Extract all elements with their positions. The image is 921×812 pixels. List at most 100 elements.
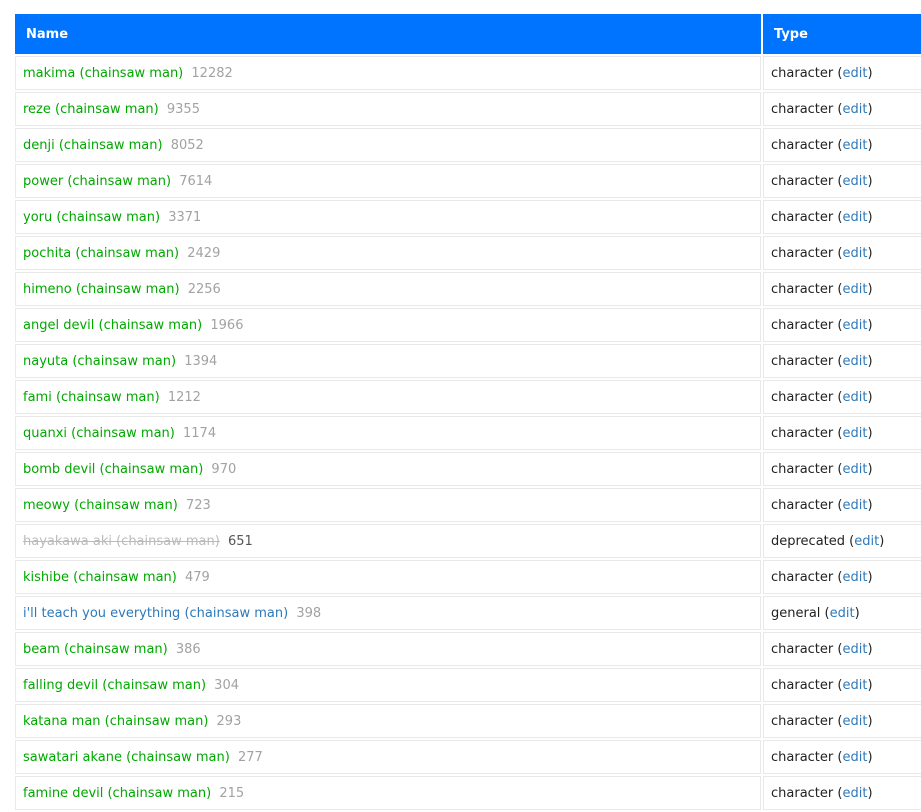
edit-link[interactable]: edit <box>854 534 879 549</box>
table-row: makima (chainsaw man) 12282 character (ed… <box>15 56 921 90</box>
table-row: i'll teach you everything (chainsaw man)… <box>15 596 921 630</box>
tag-type-label: character <box>771 641 834 657</box>
tag-name-cell: famine devil (chainsaw man) 215 <box>15 776 761 810</box>
tag-type-cell: character (edit) <box>763 380 921 414</box>
table-row: himeno (chainsaw man) 2256 character (edi… <box>15 272 921 306</box>
edit-link[interactable]: edit <box>842 66 867 81</box>
tag-type-label: character <box>771 353 834 369</box>
tag-type-label: character <box>771 317 834 333</box>
edit-link[interactable]: edit <box>842 174 867 189</box>
edit-link[interactable]: edit <box>842 642 867 657</box>
tag-type-cell: character (edit) <box>763 704 921 738</box>
post-count: 2429 <box>187 245 221 261</box>
tag-link[interactable]: hayakawa aki (chainsaw man) <box>23 534 220 549</box>
tag-type-cell: character (edit) <box>763 776 921 810</box>
edit-link[interactable]: edit <box>842 714 867 729</box>
tag-name-cell: bomb devil (chainsaw man) 970 <box>15 452 761 486</box>
tag-name-cell: katana man (chainsaw man) 293 <box>15 704 761 738</box>
table-row: meowy (chainsaw man) 723 character (edit) <box>15 488 921 522</box>
post-count: 1394 <box>184 353 218 369</box>
post-count: 386 <box>175 641 201 657</box>
post-count: 277 <box>237 749 263 765</box>
post-count: 970 <box>211 461 237 477</box>
edit-link[interactable]: edit <box>842 786 867 801</box>
tag-link[interactable]: pochita (chainsaw man) <box>23 246 179 261</box>
tag-link[interactable]: fami (chainsaw man) <box>23 390 160 405</box>
paren-close: ) <box>867 65 873 81</box>
edit-link[interactable]: edit <box>842 678 867 693</box>
tag-link[interactable]: katana man (chainsaw man) <box>23 714 208 729</box>
tag-link[interactable]: famine devil (chainsaw man) <box>23 786 211 801</box>
tag-link[interactable]: power (chainsaw man) <box>23 174 171 189</box>
edit-link[interactable]: edit <box>842 570 867 585</box>
edit-link[interactable]: edit <box>842 246 867 261</box>
paren-close: ) <box>867 785 873 801</box>
tag-name-cell: power (chainsaw man) 7614 <box>15 164 761 198</box>
edit-link[interactable]: edit <box>842 750 867 765</box>
edit-link[interactable]: edit <box>842 498 867 513</box>
tag-link[interactable]: falling devil (chainsaw man) <box>23 678 206 693</box>
tag-link[interactable]: quanxi (chainsaw man) <box>23 426 175 441</box>
tag-link[interactable]: bomb devil (chainsaw man) <box>23 462 203 477</box>
table-row: hayakawa aki (chainsaw man) 651 deprecate… <box>15 524 921 558</box>
tag-type-cell: general (edit) <box>763 596 921 630</box>
edit-link[interactable]: edit <box>842 462 867 477</box>
tag-link[interactable]: yoru (chainsaw man) <box>23 210 160 225</box>
tag-link[interactable]: meowy (chainsaw man) <box>23 498 178 513</box>
tag-type-label: character <box>771 389 834 405</box>
edit-link[interactable]: edit <box>842 354 867 369</box>
table-row: bomb devil (chainsaw man) 970 character (… <box>15 452 921 486</box>
tag-link[interactable]: angel devil (chainsaw man) <box>23 318 202 333</box>
tag-link[interactable]: himeno (chainsaw man) <box>23 282 180 297</box>
tag-name-cell: pochita (chainsaw man) 2429 <box>15 236 761 270</box>
tag-type-cell: deprecated (edit) <box>763 524 921 558</box>
tag-link[interactable]: i'll teach you everything (chainsaw man) <box>23 606 288 621</box>
edit-link[interactable]: edit <box>842 102 867 117</box>
tag-type-label: character <box>771 245 834 261</box>
edit-link[interactable]: edit <box>842 390 867 405</box>
tag-type-label: character <box>771 749 834 765</box>
table-row: power (chainsaw man) 7614 character (edit… <box>15 164 921 198</box>
paren-close: ) <box>867 749 873 765</box>
column-header-name[interactable]: Name <box>15 14 761 54</box>
column-header-type[interactable]: Type <box>763 14 921 54</box>
tag-type-cell: character (edit) <box>763 128 921 162</box>
table-body: makima (chainsaw man) 12282 character (ed… <box>15 56 921 810</box>
post-count: 2256 <box>187 281 221 297</box>
tag-link[interactable]: reze (chainsaw man) <box>23 102 159 117</box>
post-count: 9355 <box>166 101 200 117</box>
post-count: 1174 <box>183 425 217 441</box>
tag-link[interactable]: kishibe (chainsaw man) <box>23 570 177 585</box>
tag-type-label: character <box>771 65 834 81</box>
edit-link[interactable]: edit <box>842 426 867 441</box>
paren-close: ) <box>867 353 873 369</box>
edit-link[interactable]: edit <box>842 138 867 153</box>
table-row: katana man (chainsaw man) 293 character (… <box>15 704 921 738</box>
tag-link[interactable]: makima (chainsaw man) <box>23 66 183 81</box>
table-row: beam (chainsaw man) 386 character (edit) <box>15 632 921 666</box>
tag-name-cell: hayakawa aki (chainsaw man) 651 <box>15 524 761 558</box>
paren-close: ) <box>867 677 873 693</box>
tag-type-cell: character (edit) <box>763 308 921 342</box>
tag-name-cell: fami (chainsaw man) 1212 <box>15 380 761 414</box>
table-row: yoru (chainsaw man) 3371 character (edit) <box>15 200 921 234</box>
edit-link[interactable]: edit <box>842 318 867 333</box>
tag-name-cell: yoru (chainsaw man) 3371 <box>15 200 761 234</box>
edit-link[interactable]: edit <box>842 282 867 297</box>
table-row: falling devil (chainsaw man) 304 characte… <box>15 668 921 702</box>
edit-link[interactable]: edit <box>830 606 855 621</box>
post-count: 723 <box>185 497 211 513</box>
tag-name-cell: i'll teach you everything (chainsaw man)… <box>15 596 761 630</box>
tag-link[interactable]: nayuta (chainsaw man) <box>23 354 176 369</box>
tag-type-cell: character (edit) <box>763 272 921 306</box>
tag-type-cell: character (edit) <box>763 344 921 378</box>
tag-link[interactable]: sawatari akane (chainsaw man) <box>23 750 230 765</box>
tag-link[interactable]: denji (chainsaw man) <box>23 138 163 153</box>
tag-type-cell: character (edit) <box>763 200 921 234</box>
edit-link[interactable]: edit <box>842 210 867 225</box>
tag-link[interactable]: beam (chainsaw man) <box>23 642 168 657</box>
table-row: nayuta (chainsaw man) 1394 character (edi… <box>15 344 921 378</box>
post-count: 479 <box>185 569 210 585</box>
tag-type-cell: character (edit) <box>763 236 921 270</box>
tag-type-label: general <box>771 605 821 621</box>
